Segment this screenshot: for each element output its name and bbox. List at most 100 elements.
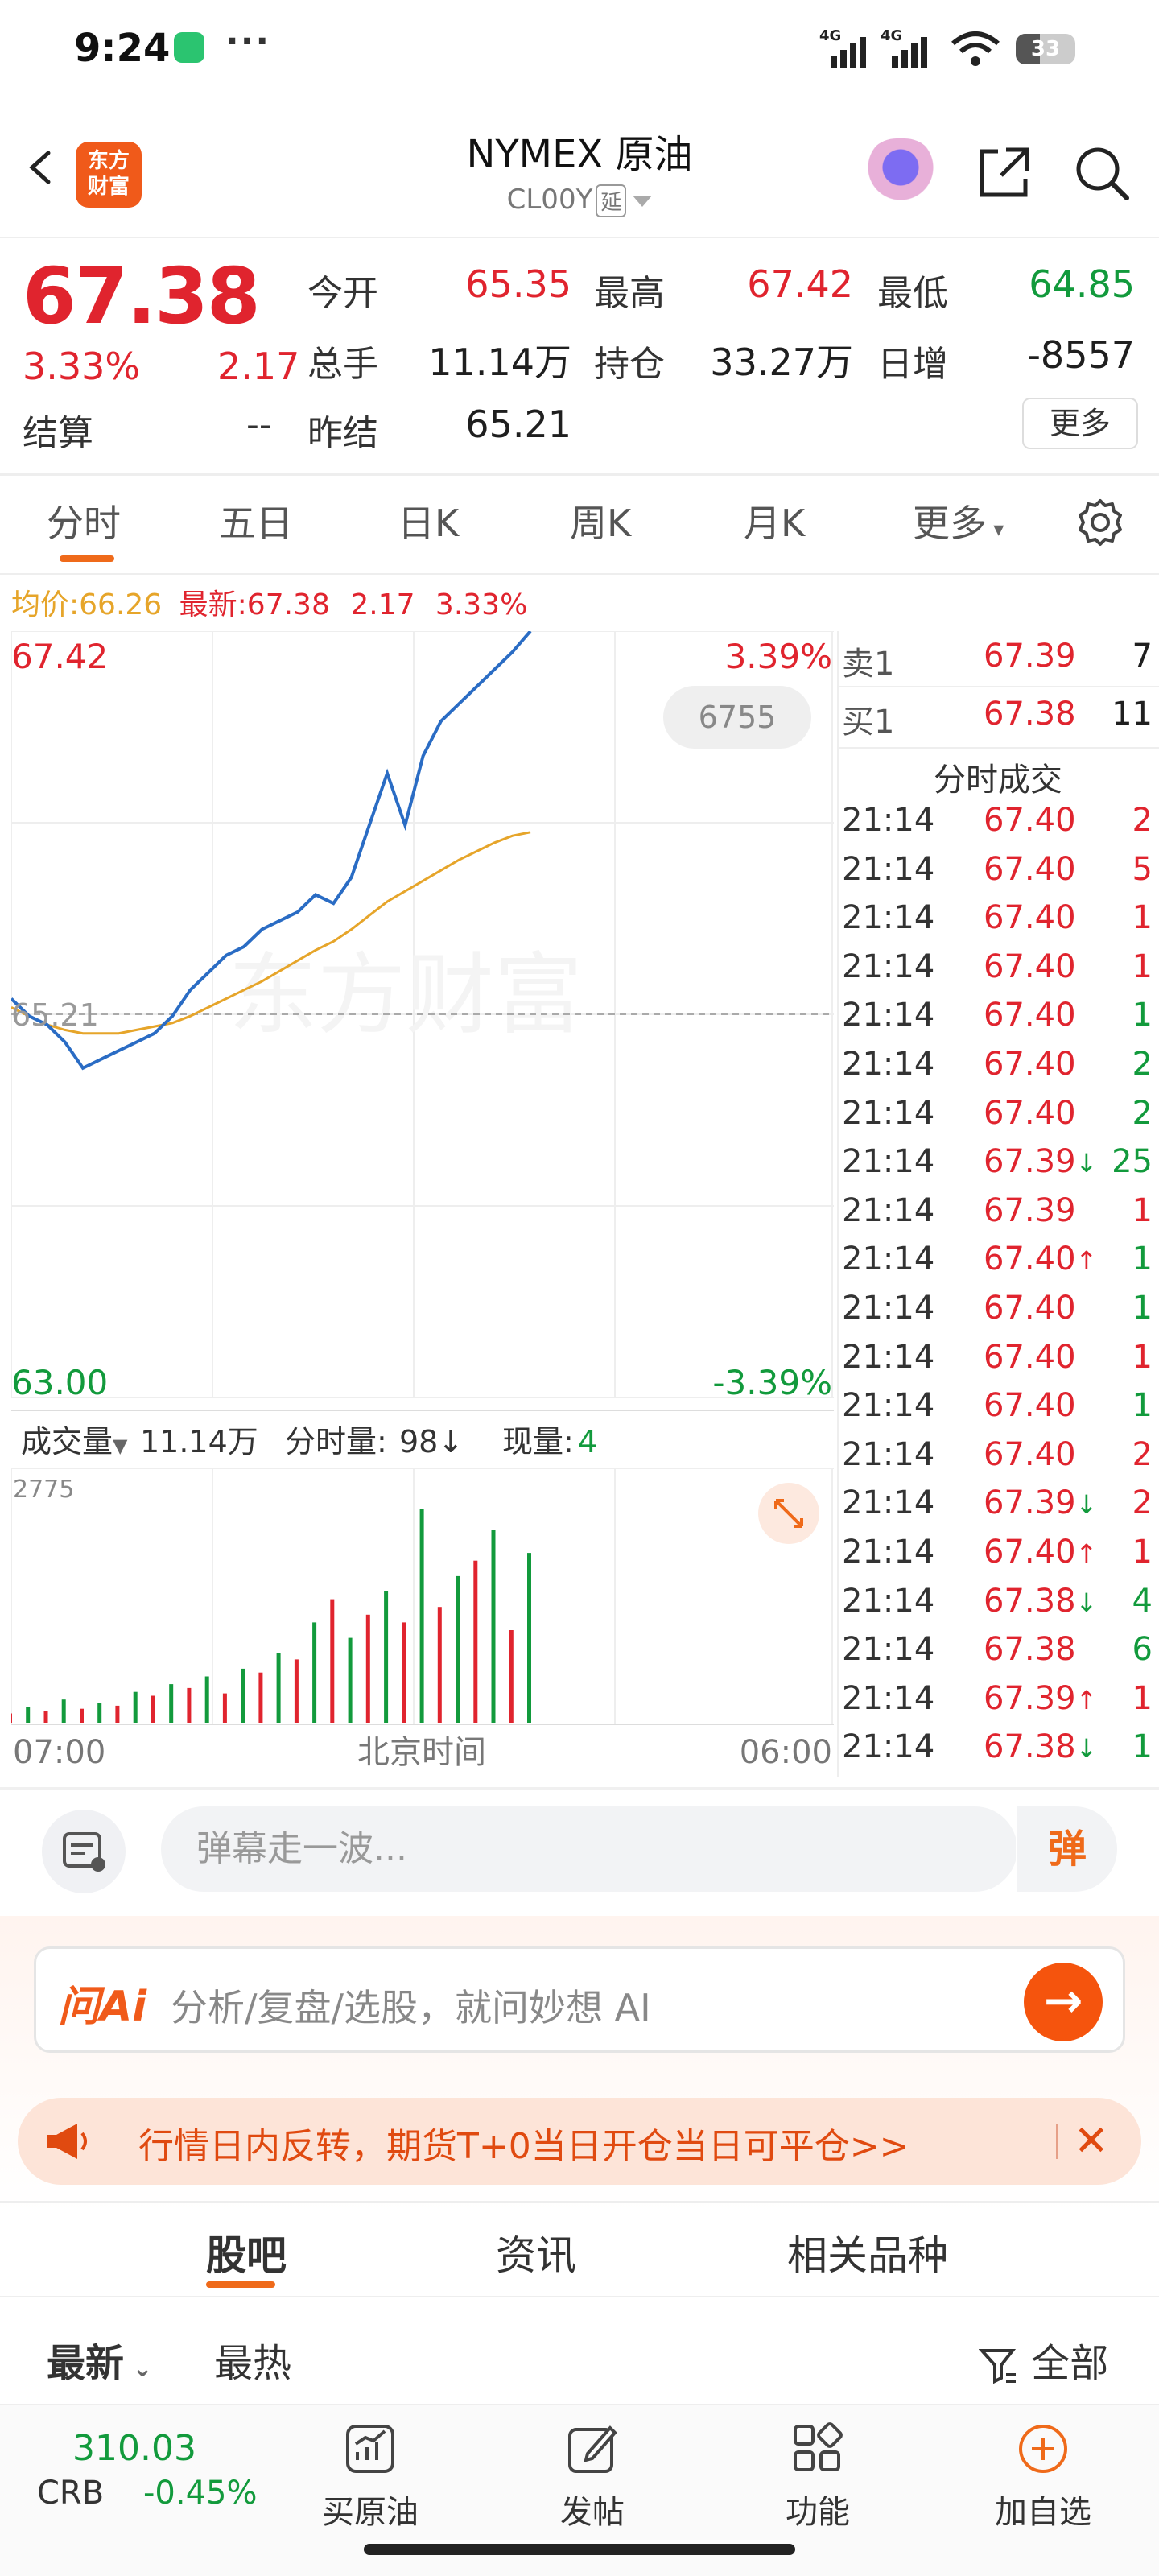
trade-row: 21:14 67.40 2 [842,1436,1156,1484]
trade-time: 21:14 [842,1046,935,1083]
trade-row: 21:14 67.40 2 [842,802,1156,850]
trade-row: 21:14 67.38↓ 1 [842,1728,1156,1777]
trade-row: 21:14 67.40 1 [842,1339,1156,1387]
tab-weekly-k[interactable]: 周K [570,494,631,547]
index-value[interactable]: 310.03 [72,2428,196,2469]
open-label: 今开 [307,273,378,314]
trade-time: 21:14 [842,1143,935,1181]
open-value: 65.35 [465,262,571,306]
filter-all[interactable]: 全部 [978,2331,1108,2388]
tab-intraday[interactable]: 分时 [47,494,121,547]
share-icon[interactable] [974,142,1035,203]
danmu-send-button[interactable]: 弹 [1016,1806,1117,1892]
volume-bar [169,1684,174,1723]
trade-price: 67.40 [984,1338,1076,1376]
gear-icon[interactable] [1075,497,1125,547]
nav-add-watchlist[interactable]: 加自选 [987,2420,1099,2533]
trade-price: 67.38↓ [984,1582,1098,1620]
promo-text[interactable]: 行情日内反转，期货T+0当日开仓当日可平仓>> [138,2117,909,2169]
trade-row: 21:14 67.40 1 [842,1387,1156,1435]
filter-latest[interactable]: 最新 ⌄ [47,2331,153,2388]
trade-volume: 1 [1132,1387,1153,1425]
trade-time: 21:14 [842,802,935,839]
trade-price: 67.40 [984,997,1076,1034]
status-time: 9:24 [74,26,171,71]
trade-volume: 2 [1132,1484,1153,1522]
network-type-label-2: 4G [881,27,903,44]
trade-price: 67.40↑ [984,1534,1098,1571]
volume-bar [276,1653,281,1723]
trade-row: 21:14 67.39↑ 1 [842,1680,1156,1728]
trade-time: 21:14 [842,1435,935,1473]
volume-bar [402,1622,406,1723]
ai-logo: 问Ai [58,1983,147,2031]
index-change[interactable]: -0.45% [143,2475,258,2512]
volume-bar [204,1676,209,1723]
more-quote-button[interactable]: 更多 [1022,398,1138,449]
tab-daily-k[interactable]: 日K [398,494,459,547]
tab-related[interactable]: 相关品种 [787,2223,948,2281]
current-volume-label: 现量: [502,1424,574,1459]
latest-value: 67.38 [246,588,330,621]
trade-volume: 2 [1132,1046,1153,1083]
trade-row: 21:14 67.40↑ 1 [842,1534,1156,1582]
volume-bar [26,1707,31,1723]
trade-volume: 5 [1132,850,1153,888]
ai-assistant-avatar[interactable] [864,138,937,203]
trade-volume: 1 [1132,899,1153,937]
trade-time: 21:14 [842,850,935,888]
delay-badge: 延 [596,184,627,217]
volume-bar [187,1687,192,1723]
search-icon[interactable] [1070,142,1132,203]
promo-divider [1056,2124,1058,2159]
trade-row: 21:14 67.40 2 [842,1046,1156,1094]
wifi-icon [951,31,1000,66]
volume-bar [222,1693,227,1723]
ai-input[interactable]: 分析/复盘/选股，就问妙想 AI [171,1979,651,2032]
tab-news[interactable]: 资讯 [496,2223,576,2281]
close-icon[interactable]: ✕ [1074,2117,1109,2165]
volume-bar [258,1672,263,1723]
tab-forum[interactable]: 股吧 [206,2223,287,2281]
volume-dropdown-icon: ▼ [113,1435,128,1457]
watermark-text: 东方财富 [229,946,583,1045]
low-value: 64.85 [1029,262,1135,306]
trade-price: 67.40 [984,1290,1076,1327]
arrow-down-icon: ↓ [1075,1733,1098,1765]
nav-functions[interactable]: 功能 [761,2420,874,2533]
more-notifications-icon: ··· [225,21,271,62]
signal-icon: 4G [819,27,868,68]
index-name[interactable]: CRB [37,2475,104,2512]
nav-buy[interactable]: 买原油 [314,2420,427,2533]
danmu-toggle-button[interactable] [42,1810,126,1893]
home-indicator[interactable] [364,2544,795,2555]
nav-post[interactable]: 发帖 [536,2420,649,2533]
trade-price: 67.38↓ [984,1728,1098,1766]
trade-row: 21:14 67.39↓ 2 [842,1484,1156,1533]
danmu-input[interactable]: 弹幕走一波... [161,1806,1017,1892]
filter-hot[interactable]: 最热 [214,2331,291,2388]
trade-row: 21:14 67.40 2 [842,1095,1156,1143]
tab-five-day[interactable]: 五日 [219,494,293,547]
low-label: 最低 [877,273,948,314]
ai-submit-button[interactable]: → [1024,1963,1103,2041]
tab-more[interactable]: 更多 ▾ [913,494,1004,547]
intraday-chart[interactable]: 东方财富 67.42 65.21 63.00 3.39% -3.39% 6755… [11,631,834,1777]
y-tick-bottom: 63.00 [11,1363,108,1402]
y-tick-top: 67.42 [11,637,108,676]
arrow-up-icon: ↑ [1075,1245,1098,1277]
tab-monthly-k[interactable]: 月K [744,494,805,547]
trade-volume: 6 [1132,1631,1153,1669]
x-tick-start: 07:00 [13,1734,105,1771]
volume-bar [365,1614,370,1723]
trade-row: 21:14 67.40 1 [842,1290,1156,1338]
trade-time: 21:14 [842,1338,935,1376]
grid-icon [794,2422,843,2471]
trade-price: 67.40 [984,1435,1076,1473]
trade-volume: 4 [1132,1582,1153,1620]
high-value: 67.42 [747,262,853,306]
trade-time: 21:14 [842,947,935,985]
open-interest-label: 持仓 [594,344,665,385]
arrow-down-icon: ↓ [1075,1148,1098,1179]
trade-price: 67.40↑ [984,1241,1098,1278]
